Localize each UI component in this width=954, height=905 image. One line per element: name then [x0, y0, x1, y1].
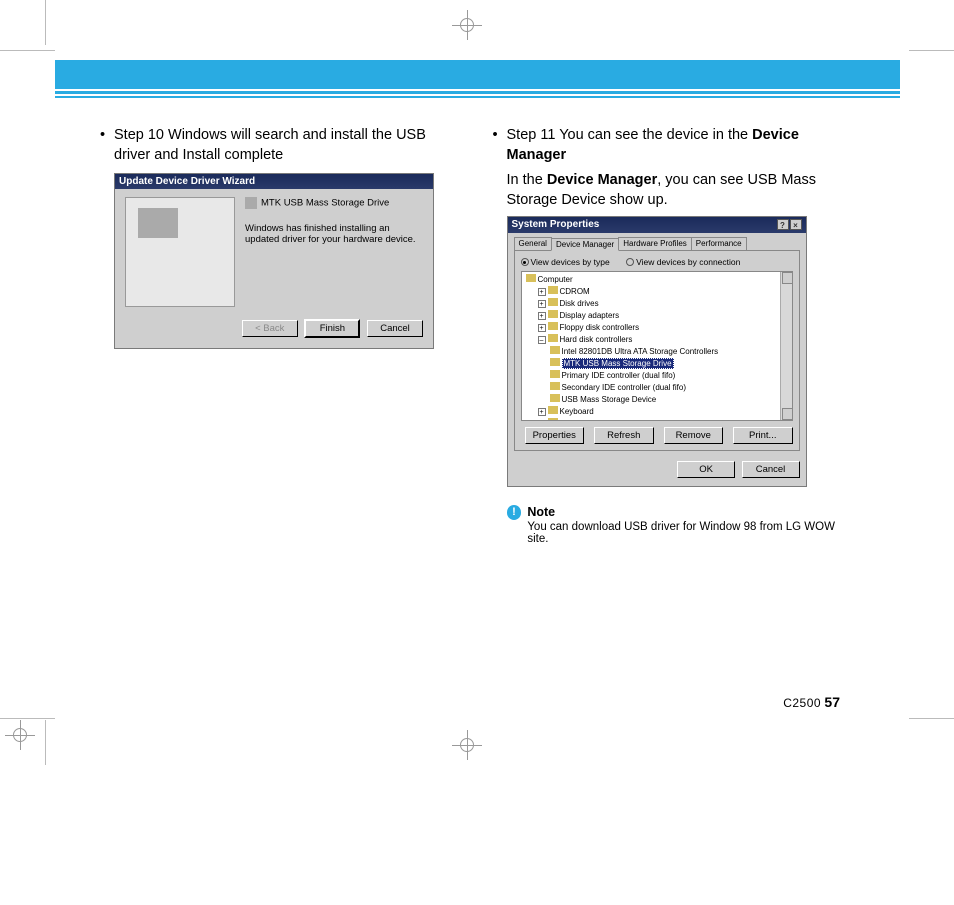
- window-controls: ?×: [776, 219, 802, 231]
- tree-item: +Monitors: [538, 418, 790, 421]
- ok-button[interactable]: OK: [677, 461, 735, 478]
- step11-pre: You can see the device in the: [559, 127, 752, 143]
- tree-item: MTK USB Mass Storage Drive: [550, 358, 790, 370]
- tree-item: USB Mass Storage Device: [550, 394, 790, 406]
- tree-item: Intel 82801DB Ultra ATA Storage Controll…: [550, 346, 790, 358]
- radio-by-type[interactable]: View devices by type: [521, 257, 610, 267]
- sp-cancel-button[interactable]: Cancel: [742, 461, 800, 478]
- sysprop-title: System Properties: [512, 219, 600, 231]
- system-properties-dialog: System Properties ?× General Device Mana…: [507, 216, 807, 487]
- tab-general[interactable]: General: [514, 237, 552, 250]
- note-title: Note: [527, 505, 855, 519]
- tree-root: Computer: [538, 275, 573, 284]
- radio-by-connection[interactable]: View devices by connection: [626, 257, 740, 267]
- back-button[interactable]: < Back: [242, 320, 298, 337]
- tree-item: +Keyboard: [538, 406, 790, 418]
- footer-model: C2500: [783, 696, 821, 710]
- cancel-button[interactable]: Cancel: [367, 320, 423, 337]
- tree-item: Secondary IDE controller (dual fifo): [550, 382, 790, 394]
- step11-prefix: Step 11: [507, 127, 560, 143]
- scrollbar[interactable]: [780, 272, 792, 420]
- help-icon[interactable]: ?: [777, 219, 789, 230]
- step10-prefix: Step 10: [114, 127, 168, 143]
- note-block: ! Note You can download USB driver for W…: [493, 505, 856, 545]
- tree-item: +Display adapters: [538, 310, 790, 322]
- tab-strip: General Device Manager Hardware Profiles…: [508, 233, 806, 250]
- close-icon[interactable]: ×: [790, 219, 802, 230]
- step11-sub-bold: Device Manager: [547, 172, 657, 188]
- footer-page: 57: [824, 694, 840, 710]
- refresh-button[interactable]: Refresh: [594, 427, 654, 444]
- tree-item-selected[interactable]: MTK USB Mass Storage Drive: [562, 358, 674, 369]
- step-11: • Step 11 You can see the device in the …: [493, 126, 856, 210]
- device-icon: [245, 197, 257, 209]
- properties-button[interactable]: Properties: [525, 427, 585, 444]
- tree-item: +Disk drives: [538, 298, 790, 310]
- tab-hardware-profiles[interactable]: Hardware Profiles: [618, 237, 692, 250]
- tree-item: +CDROM: [538, 286, 790, 298]
- driver-wizard-dialog: Update Device Driver Wizard MTK USB Mass…: [114, 173, 434, 349]
- print-button[interactable]: Print...: [733, 427, 793, 444]
- note-icon: !: [507, 505, 522, 520]
- tree-item: Primary IDE controller (dual fifo): [550, 370, 790, 382]
- remove-button[interactable]: Remove: [664, 427, 724, 444]
- computer-icon: [526, 274, 536, 282]
- tree-item: –Hard disk controllers Intel 82801DB Ult…: [538, 334, 790, 406]
- finish-button[interactable]: Finish: [304, 319, 360, 338]
- header-banner: [55, 60, 900, 94]
- tab-device-manager[interactable]: Device Manager: [551, 238, 619, 251]
- dialog-title: Update Device Driver Wizard: [115, 174, 433, 189]
- tab-performance[interactable]: Performance: [691, 237, 747, 250]
- device-tree[interactable]: Computer +CDROM +Disk drives +Display ad…: [521, 271, 793, 421]
- note-text: You can download USB driver for Window 9…: [527, 521, 855, 545]
- wizard-message: Windows has finished installing an updat…: [245, 223, 423, 245]
- tree-item: +Floppy disk controllers: [538, 322, 790, 334]
- page-footer: C2500 57: [783, 694, 840, 710]
- wizard-illustration: [125, 197, 235, 307]
- device-label: MTK USB Mass Storage Drive: [261, 198, 389, 209]
- step11-sub-pre: In the: [507, 172, 547, 188]
- step-10: • Step 10 Windows will search and instal…: [100, 126, 463, 165]
